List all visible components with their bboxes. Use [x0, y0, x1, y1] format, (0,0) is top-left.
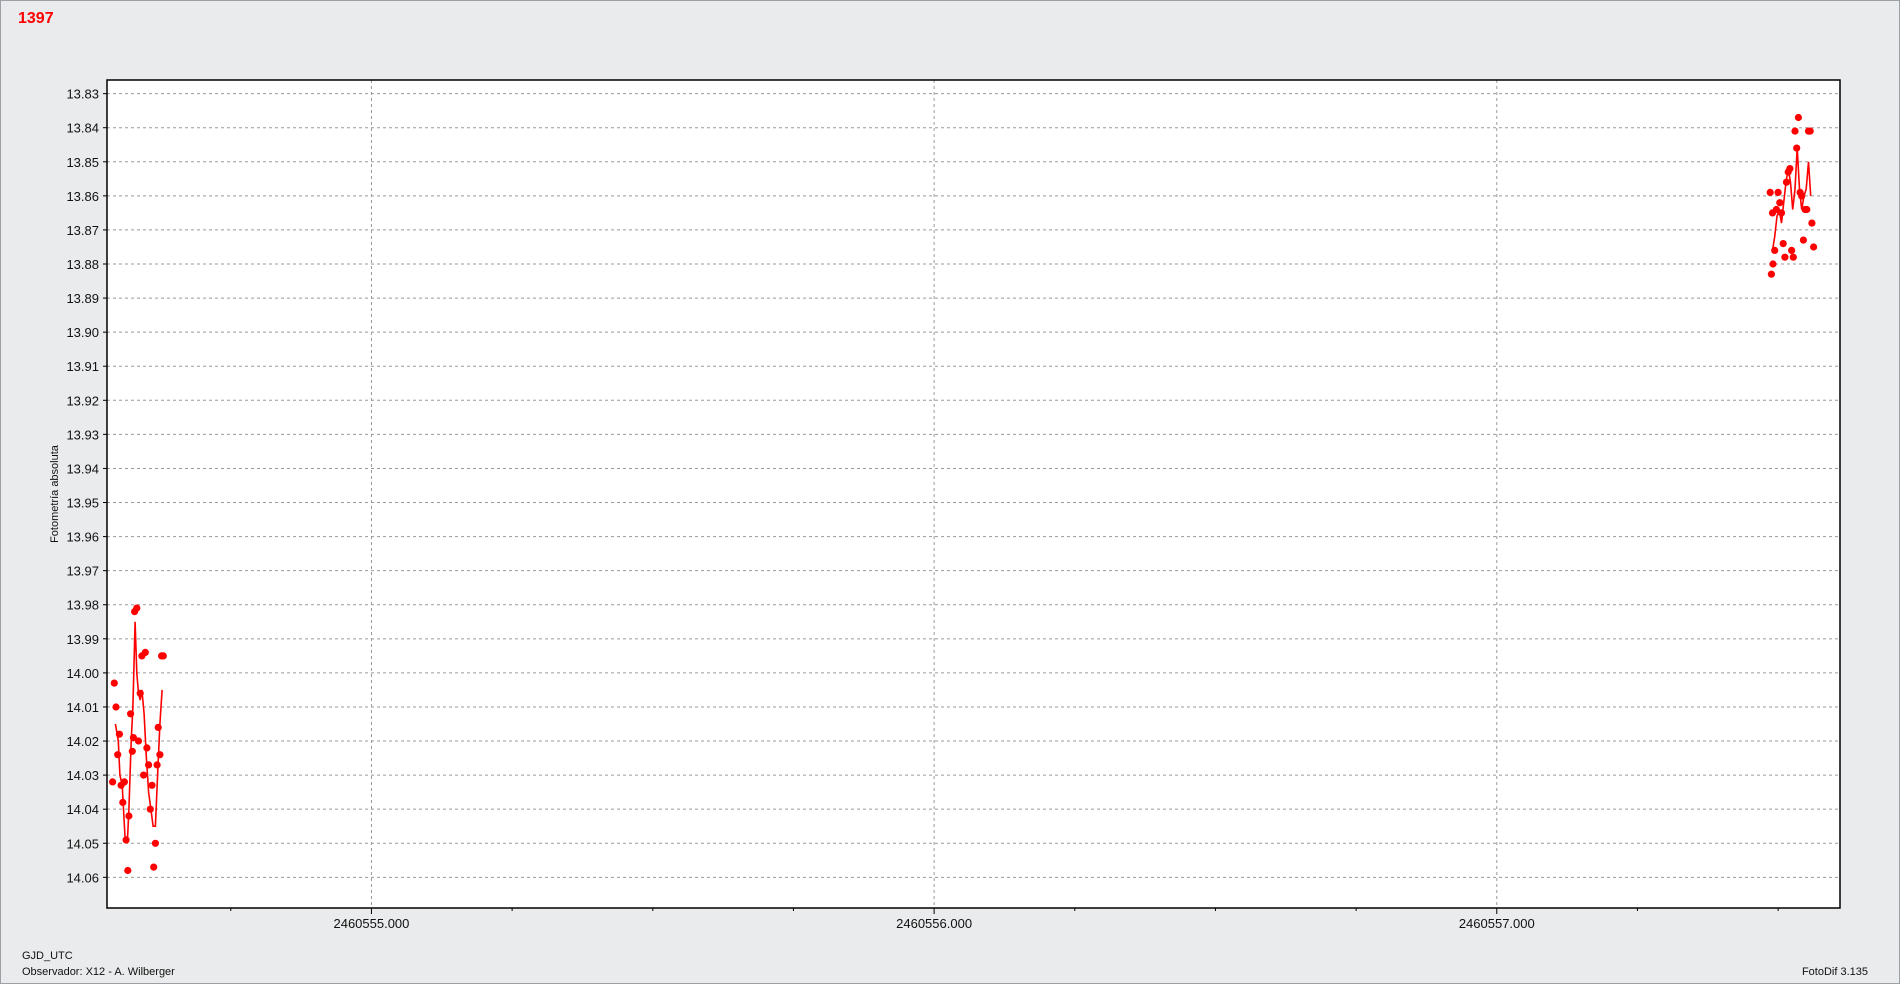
version-text: FotoDif 3.135	[1801, 966, 1868, 978]
data-point	[156, 751, 164, 759]
data-point	[112, 703, 120, 711]
data-point	[140, 771, 148, 779]
y-tick-label: 13.84	[66, 121, 99, 136]
data-point	[114, 751, 122, 759]
data-point	[146, 805, 154, 813]
y-tick-label: 14.03	[66, 768, 99, 783]
data-point	[143, 744, 151, 752]
data-point	[141, 648, 149, 657]
y-tick-label: 14.01	[66, 700, 99, 715]
data-point	[1777, 209, 1786, 217]
data-point	[1771, 246, 1779, 254]
data-point	[1779, 240, 1787, 248]
data-point	[128, 747, 136, 755]
y-tick-label: 14.06	[66, 870, 99, 885]
y-tick-label: 13.90	[66, 325, 99, 340]
data-point	[151, 839, 159, 847]
plot-area	[107, 80, 1840, 908]
data-point	[1774, 188, 1782, 196]
y-tick-label: 13.96	[66, 530, 99, 545]
data-point	[1767, 270, 1775, 278]
data-point	[1794, 113, 1802, 122]
data-point	[122, 836, 130, 844]
data-point	[159, 652, 167, 660]
data-point	[1791, 127, 1799, 135]
y-tick-label: 14.04	[66, 802, 99, 817]
x-tick-label: 2460556.000	[896, 916, 972, 931]
data-point	[153, 761, 161, 769]
y-tick-label: 13.99	[66, 632, 99, 647]
data-point	[1788, 246, 1796, 254]
data-point	[154, 723, 162, 732]
data-point	[1803, 205, 1811, 214]
data-point	[115, 730, 123, 738]
observer-text: Observador: X12 - A. Wilberger	[22, 966, 175, 978]
y-tick-label: 13.95	[66, 496, 99, 511]
y-tick-label: 13.92	[66, 393, 99, 408]
y-axis-title: Fotometría absoluta	[49, 444, 61, 543]
data-point	[150, 863, 158, 871]
y-tick-label: 14.05	[66, 836, 99, 851]
y-tick-label: 13.91	[66, 359, 99, 374]
data-point	[120, 778, 128, 786]
data-point	[136, 689, 144, 697]
data-point	[145, 761, 153, 769]
data-point	[1789, 253, 1797, 261]
x-tick-label: 2460555.000	[333, 916, 409, 931]
y-tick-label: 13.86	[66, 189, 99, 204]
x-tick-label: 2460557.000	[1459, 916, 1535, 931]
chart-svg: 13.83 13.84 13.85 13.86 13.87 13.88 13.89 13.90…	[49, 79, 1841, 931]
data-point	[124, 866, 132, 875]
data-point	[127, 710, 135, 718]
data-point	[148, 781, 156, 789]
data-point	[1776, 199, 1784, 207]
data-point	[1808, 219, 1816, 227]
y-tick-label: 13.94	[66, 461, 99, 476]
data-point	[119, 798, 127, 807]
y-tick-label: 14.02	[66, 734, 99, 749]
data-point	[1810, 243, 1818, 251]
y-tick-label: 14.00	[66, 666, 99, 681]
data-point	[1793, 144, 1801, 152]
data-point	[1769, 260, 1777, 268]
data-point	[1798, 192, 1806, 200]
data-point	[1781, 253, 1789, 261]
y-tick-label: 13.98	[66, 598, 99, 613]
data-point	[1782, 178, 1791, 186]
y-tick-label: 13.83	[66, 87, 99, 102]
data-point	[133, 604, 141, 612]
data-point	[134, 737, 143, 745]
y-tick-label: 13.93	[66, 427, 99, 442]
y-tick-label: 13.97	[66, 564, 99, 579]
y-tick-label: 13.88	[66, 257, 99, 272]
x-axis-title: GJD_UTC	[22, 950, 73, 962]
data-point	[125, 812, 133, 820]
data-point	[109, 778, 117, 786]
data-point	[1768, 209, 1777, 217]
data-point	[1766, 188, 1774, 196]
data-point	[1806, 127, 1814, 135]
y-tick-label: 13.85	[66, 155, 99, 170]
data-point	[110, 679, 118, 687]
data-point	[1799, 236, 1807, 244]
y-tick-label: 13.87	[66, 223, 99, 238]
data-point	[1786, 165, 1794, 173]
y-tick-label: 13.89	[66, 291, 99, 306]
